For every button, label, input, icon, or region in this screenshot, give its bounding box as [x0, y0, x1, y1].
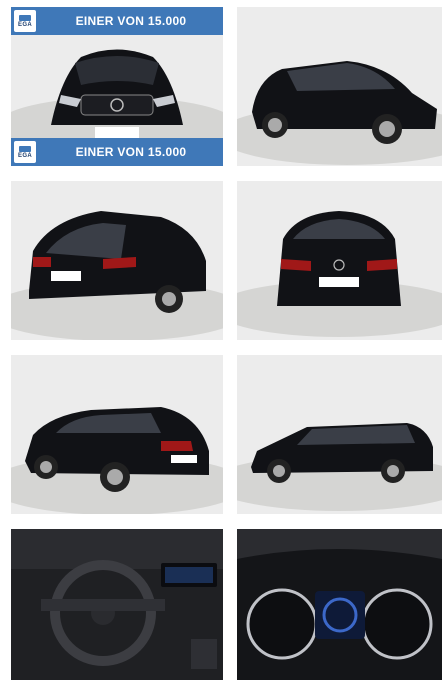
photo-tile-front-three-quarter[interactable]	[237, 7, 442, 166]
promo-banner-text: EINER VON 15.000	[75, 14, 187, 28]
car-front-quarter-image	[237, 7, 442, 166]
promo-banner-text: EINER VON 15.000	[75, 145, 187, 159]
car-rear-quarter-image	[11, 181, 223, 340]
car-side-image	[237, 355, 442, 514]
photo-tile-dashboard[interactable]	[11, 529, 223, 680]
photo-tile-instrument-cluster[interactable]	[237, 529, 442, 680]
promo-banner-top: EGA EINER VON 15.000	[11, 7, 223, 35]
photo-tile-rear-three-quarter[interactable]	[11, 181, 223, 340]
photo-tile-side[interactable]	[237, 355, 442, 514]
car-rear-image	[237, 181, 442, 340]
promo-banner-bottom: EGA EINER VON 15.000	[11, 138, 223, 166]
interior-dashboard-image	[11, 529, 223, 680]
photo-tile-front[interactable]: EGA EINER VON 15.000 EGA EINER VON 15.00…	[11, 7, 223, 166]
photo-tile-rear-left[interactable]	[11, 355, 223, 514]
ega-logo-icon: EGA	[14, 10, 36, 32]
photo-tile-rear[interactable]	[237, 181, 442, 340]
instrument-cluster-image	[237, 529, 442, 680]
ega-logo-icon: EGA	[14, 141, 36, 163]
car-rear-left-image	[11, 355, 223, 514]
